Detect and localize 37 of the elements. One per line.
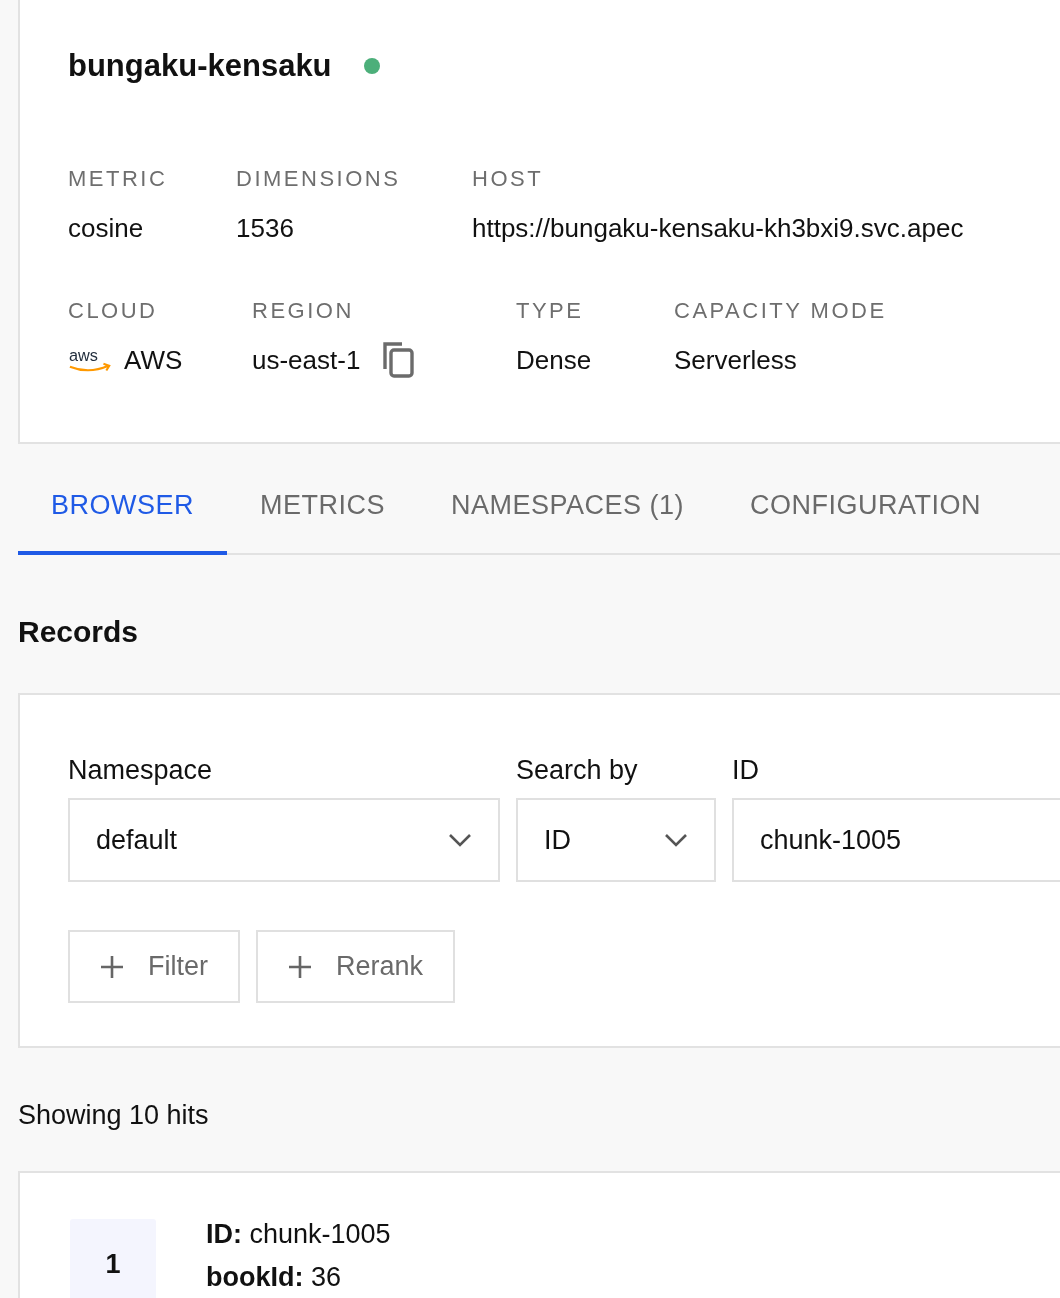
detail-value: Dense [516,344,592,376]
detail-label: CAPACITY MODE [674,298,888,324]
tab[interactable]: BROWSER [18,444,227,555]
plus-icon [100,954,124,979]
field-label: Search by [516,755,639,786]
chevron-down-icon [664,833,688,847]
detail-label: CLOUD [68,298,159,324]
tab[interactable]: NAMESPACES (1) [418,444,718,555]
detail-label: TYPE [516,298,585,324]
detail-label: DIMENSIONS [236,166,402,192]
detail-label: METRIC [68,166,169,192]
search-by-select[interactable]: ID [516,798,716,882]
detail-value: Serverless [674,344,797,376]
namespace-select[interactable]: default [68,798,500,882]
results-summary: Showing 10 hits [18,1100,210,1131]
field-label: ID [732,755,760,786]
detail-value: cosine [68,212,144,244]
add-button[interactable]: Rerank [256,930,456,1003]
record-field: ID: chunk-1005 [206,1219,391,1250]
id-input-field[interactable]: chunk-1005 [732,798,1060,882]
section-title: Records [18,615,140,649]
index-name: bungaku-kensaku [68,48,332,84]
chevron-down-icon [448,833,472,847]
rank-badge: 1 [70,1219,156,1298]
field-label: Namespace [68,755,214,786]
copy-icon[interactable] [382,341,417,379]
plus-icon [288,954,312,979]
detail-label: REGION [252,298,355,324]
detail-value: 1536 [236,212,294,244]
detail-value: AWS [124,344,183,376]
tab[interactable]: METRICS [227,444,418,555]
add-button[interactable]: Filter [68,930,240,1003]
tab[interactable]: CONFIGURATION [717,444,1015,555]
record-field: bookId: 36 [206,1262,391,1293]
detail-label: HOST [472,166,545,192]
detail-value: https://bungaku-kensaku-kh3bxi9.svc.apec [472,212,964,244]
detail-value: us-east-1 [252,344,361,376]
